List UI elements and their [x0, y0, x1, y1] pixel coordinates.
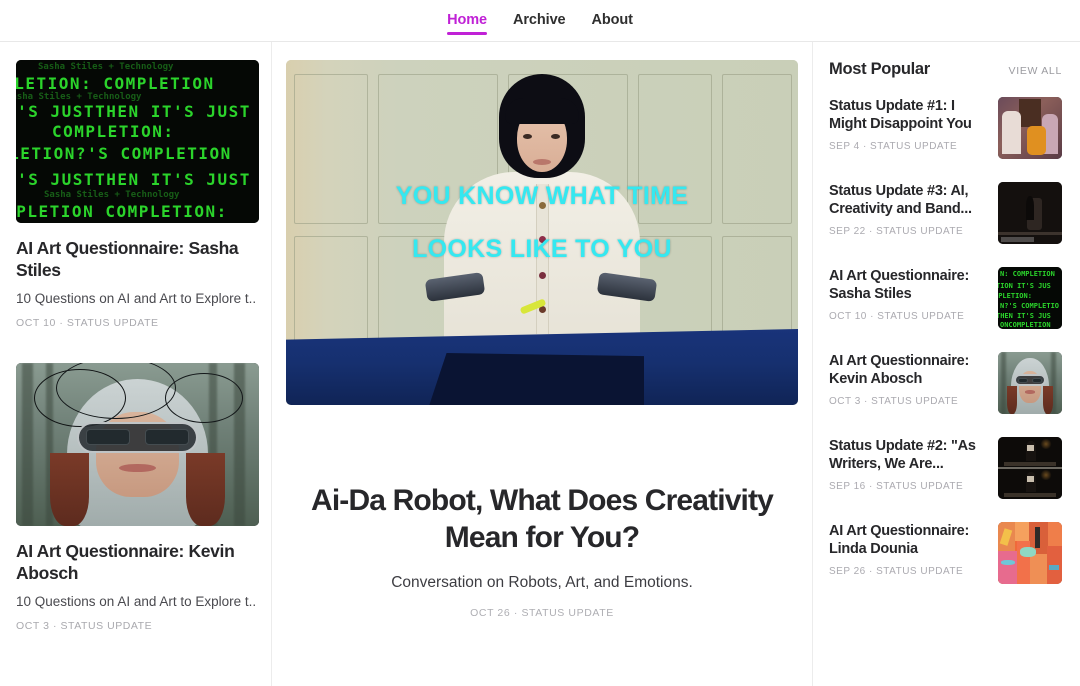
list-item-meta: SEP 4 · STATUS UPDATE — [829, 140, 958, 152]
article-thumbnail: Sasha Stiles + Technology MPLETION: COMP… — [16, 60, 259, 223]
stage-talk-photo — [998, 437, 1062, 499]
main-navigation: Home Archive About — [447, 0, 633, 42]
list-item-thumbnail: N: COMPLETION TION IT'S JUS MPLETION: N?… — [998, 267, 1062, 329]
article-card-sasha-stiles[interactable]: Sasha Stiles + Technology MPLETION: COMP… — [16, 60, 259, 329]
hero-caption-line-2: LOOKS LIKE TO YOU — [412, 235, 672, 263]
article-subtitle: 10 Questions on AI and Art to Explore t.… — [16, 593, 255, 609]
list-item-thumbnail — [998, 182, 1062, 244]
list-item-title: AI Art Questionnaire: Kevin Abosch — [829, 353, 970, 388]
terminal-green-code-art: N: COMPLETION TION IT'S JUS MPLETION: N?… — [998, 267, 1062, 329]
list-item-thumbnail — [998, 352, 1062, 414]
page-layout: Sasha Stiles + Technology MPLETION: COMP… — [0, 42, 1080, 686]
feature-meta: OCT 26 · STATUS UPDATE — [470, 606, 614, 619]
list-item[interactable]: Status Update #3: AI, Creativity and Ban… — [829, 182, 1080, 244]
list-item-title: AI Art Questionnaire: Linda Dounia — [829, 523, 970, 558]
cyborg-forest-portrait — [16, 363, 259, 526]
list-item-meta: SEP 22 · STATUS UPDATE — [829, 225, 964, 237]
hero-caption-line-1: YOU KNOW WHAT TIME — [395, 182, 689, 210]
most-popular-sidebar: Most Popular VIEW ALL Status Update #1: … — [812, 42, 1080, 686]
feature-subtitle: Conversation on Robots, Art, and Emotion… — [391, 573, 693, 591]
list-item-text: Status Update #1: I Might Disappoint You… — [829, 97, 988, 152]
article-title: AI Art Questionnaire: Sasha Stiles — [16, 238, 239, 281]
article-subtitle: 10 Questions on AI and Art to Explore t.… — [16, 290, 255, 306]
classroom-photo — [998, 97, 1062, 159]
terminal-green-code-art: Sasha Stiles + Technology MPLETION: COMP… — [16, 60, 259, 223]
list-item-text: Status Update #2: "As Writers, We Are...… — [829, 437, 988, 492]
hero-image[interactable]: YOU KNOW WHAT TIME LOOKS LIKE TO YOU — [286, 60, 798, 405]
list-item-text: Status Update #3: AI, Creativity and Ban… — [829, 182, 988, 237]
left-article-column: Sasha Stiles + Technology MPLETION: COMP… — [0, 42, 272, 686]
list-item-thumbnail — [998, 437, 1062, 499]
list-item-meta: OCT 3 · STATUS UPDATE — [829, 395, 959, 407]
list-item-meta: SEP 16 · STATUS UPDATE — [829, 480, 964, 492]
list-item-title: Status Update #2: "As Writers, We Are... — [829, 438, 976, 473]
article-thumbnail — [16, 363, 259, 526]
list-item[interactable]: AI Art Questionnaire: Kevin Abosch OCT 3… — [829, 352, 1080, 414]
sidebar-header: Most Popular VIEW ALL — [829, 60, 1080, 79]
list-item-meta: SEP 26 · STATUS UPDATE — [829, 565, 964, 577]
list-item[interactable]: AI Art Questionnaire: Linda Dounia SEP 2… — [829, 522, 1080, 584]
nav-item-home[interactable]: Home — [447, 0, 487, 42]
list-item-thumbnail — [998, 522, 1062, 584]
list-item-title: AI Art Questionnaire: Sasha Stiles — [829, 268, 970, 303]
list-item-title: Status Update #1: I Might Disappoint You — [829, 98, 972, 133]
article-meta: OCT 3 · STATUS UPDATE — [16, 620, 153, 632]
nav-item-about[interactable]: About — [592, 0, 633, 42]
list-item-title: Status Update #3: AI, Creativity and Ban… — [829, 183, 972, 218]
view-all-link[interactable]: VIEW ALL — [1009, 65, 1062, 77]
cyborg-forest-portrait — [998, 352, 1062, 414]
nav-item-archive[interactable]: Archive — [513, 0, 566, 42]
article-card-kevin-abosch[interactable]: AI Art Questionnaire: Kevin Abosch 10 Qu… — [16, 363, 259, 632]
list-item[interactable]: AI Art Questionnaire: Sasha Stiles OCT 1… — [829, 267, 1080, 329]
list-item-meta: OCT 10 · STATUS UPDATE — [829, 310, 965, 322]
list-item-text: AI Art Questionnaire: Sasha Stiles OCT 1… — [829, 267, 988, 322]
list-item[interactable]: Status Update #1: I Might Disappoint You… — [829, 97, 1080, 159]
article-title: AI Art Questionnaire: Kevin Abosch — [16, 541, 235, 584]
list-item[interactable]: Status Update #2: "As Writers, We Are...… — [829, 437, 1080, 499]
list-item-thumbnail — [998, 97, 1062, 159]
lecture-photo — [998, 182, 1062, 244]
main-feature-column: YOU KNOW WHAT TIME LOOKS LIKE TO YOU Ai-… — [272, 42, 812, 686]
sidebar-title: Most Popular — [829, 60, 930, 78]
list-item-text: AI Art Questionnaire: Kevin Abosch OCT 3… — [829, 352, 988, 407]
orange-abstract-collage — [998, 522, 1062, 584]
ai-da-robot-video-still — [286, 60, 798, 405]
article-meta: OCT 10 · STATUS UPDATE — [16, 317, 159, 329]
site-header: Home Archive About — [0, 0, 1080, 42]
list-item-text: AI Art Questionnaire: Linda Dounia SEP 2… — [829, 522, 988, 577]
feature-title[interactable]: Ai-Da Robot, What Does Creativity Mean f… — [307, 483, 777, 557]
